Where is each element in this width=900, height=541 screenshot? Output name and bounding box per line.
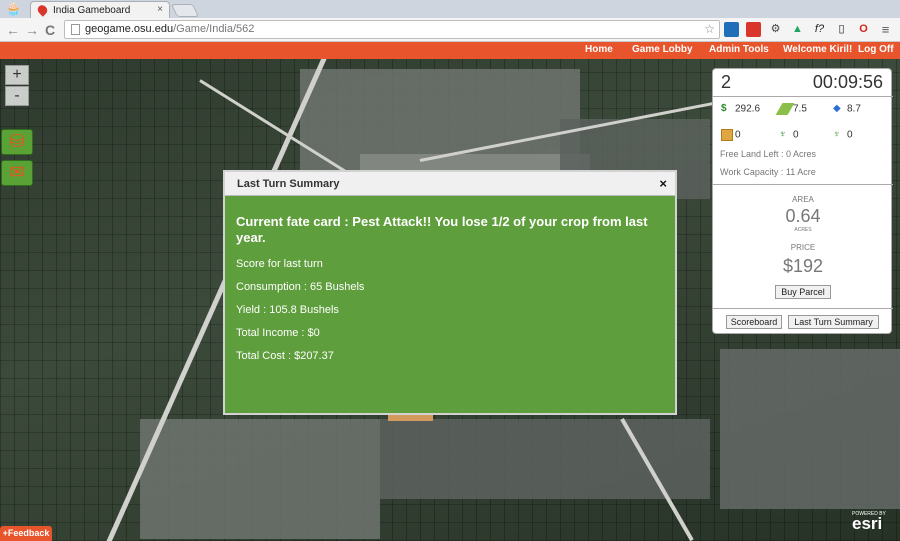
land-value: 7.5 bbox=[793, 103, 807, 115]
address-bar[interactable]: geogame.osu.edu/Game/India/562 ☆ bbox=[64, 20, 720, 39]
feedback-button[interactable]: +Feedback bbox=[0, 526, 52, 541]
dollar-icon: $ bbox=[721, 103, 727, 114]
reload-button[interactable]: C bbox=[45, 21, 55, 39]
area-unit: ACRES bbox=[794, 227, 812, 233]
mail-icon: ✉ bbox=[9, 162, 25, 182]
dialog-header: Last Turn Summary × bbox=[225, 172, 675, 196]
free-land-left: Free Land Left : 0 Acres bbox=[720, 149, 817, 159]
area-label: AREA bbox=[792, 195, 814, 204]
tab-close-icon[interactable]: × bbox=[157, 4, 163, 15]
map-pin-icon bbox=[35, 3, 50, 17]
new-tab-button[interactable] bbox=[170, 4, 200, 17]
turn-number: 2 bbox=[721, 72, 732, 92]
cost-line: Total Cost : $207.37 bbox=[236, 350, 334, 362]
forward-button[interactable]: → bbox=[25, 21, 39, 39]
url-host: geogame.osu.edu bbox=[85, 23, 174, 35]
map-road bbox=[388, 415, 433, 421]
nav-home[interactable]: Home bbox=[585, 44, 613, 55]
formula-icon[interactable]: f? bbox=[812, 22, 827, 37]
seed-bag-icon bbox=[721, 129, 733, 141]
nav-game-lobby[interactable]: Game Lobby bbox=[632, 44, 693, 55]
close-icon[interactable]: × bbox=[659, 176, 667, 191]
url-path: /Game/India/562 bbox=[173, 23, 255, 35]
nav-welcome: Welcome Kiril! bbox=[783, 44, 853, 55]
area-value: 0.64 bbox=[785, 206, 821, 226]
crop-a-stat: ♆ 0 bbox=[779, 129, 799, 141]
gear-icon[interactable]: ⚙ bbox=[768, 22, 783, 37]
buy-parcel-button[interactable]: Buy Parcel bbox=[775, 285, 831, 299]
land-icon bbox=[775, 103, 795, 115]
price-value: $192 bbox=[782, 256, 824, 276]
yield-line: Yield : 105.8 Bushels bbox=[236, 304, 339, 316]
last-turn-summary-dialog: Last Turn Summary × Current fate card : … bbox=[223, 170, 677, 415]
map-field bbox=[720, 349, 900, 509]
work-capacity: Work Capacity : 11 Acre bbox=[720, 167, 816, 177]
seed-stat: 0 bbox=[721, 129, 741, 141]
extension-red-icon[interactable] bbox=[746, 22, 761, 37]
water-stat: ◆ 8.7 bbox=[833, 103, 861, 115]
drive-icon[interactable]: ▲ bbox=[790, 22, 805, 37]
basket-button[interactable]: ⛁ bbox=[1, 129, 33, 155]
money-value: 292.6 bbox=[735, 103, 761, 115]
nav-admin-tools[interactable]: Admin Tools bbox=[709, 44, 769, 55]
scoreboard-button[interactable]: Scoreboard bbox=[726, 315, 782, 329]
extension-phone-icon[interactable]: ▯ bbox=[834, 22, 849, 37]
crop-b-stat: ♆ 0 bbox=[833, 129, 853, 141]
mail-button[interactable]: ✉ bbox=[1, 160, 33, 186]
browser-tab[interactable]: India Gameboard × bbox=[30, 1, 170, 18]
site-nav: Home Game Lobby Admin Tools Welcome Kiri… bbox=[0, 42, 900, 59]
crop-a-value: 0 bbox=[793, 129, 799, 141]
crop-icon: ♆ bbox=[779, 129, 787, 140]
divider bbox=[713, 96, 893, 97]
dialog-title: Last Turn Summary bbox=[237, 178, 340, 190]
consumption-line: Consumption : 65 Bushels bbox=[236, 281, 365, 293]
water-can-icon: ◆ bbox=[833, 103, 841, 114]
crop-b-value: 0 bbox=[847, 129, 853, 141]
score-title: Score for last turn bbox=[236, 258, 323, 270]
income-line: Total Income : $0 bbox=[236, 327, 320, 339]
seed-value: 0 bbox=[735, 129, 741, 141]
browser-tab-bar: 🧁 India Gameboard × bbox=[0, 0, 900, 18]
basket-icon: ⛁ bbox=[9, 131, 25, 151]
extension-screen-icon[interactable] bbox=[724, 22, 739, 37]
player-panel: 2 00:09:56 $292.6 7.5 ◆ 8.7 0 ♆ 0 ♆ 0 Free … bbox=[712, 68, 893, 334]
turn-timer: 00:09:56 bbox=[812, 72, 883, 92]
back-button[interactable]: ← bbox=[6, 21, 20, 39]
zoom-in-button[interactable]: + bbox=[5, 65, 29, 85]
divider bbox=[713, 308, 893, 309]
bookmark-star-icon[interactable]: ☆ bbox=[704, 21, 715, 38]
browser-app-icon: 🧁 bbox=[6, 2, 21, 16]
opera-icon[interactable]: O bbox=[856, 22, 871, 37]
page-icon bbox=[71, 24, 80, 35]
water-value: 8.7 bbox=[847, 103, 861, 115]
divider bbox=[713, 184, 893, 185]
money-stat: $292.6 bbox=[721, 103, 760, 115]
browser-toolbar: ← → C geogame.osu.edu/Game/India/562 ☆ ⚙… bbox=[0, 18, 900, 42]
land-stat: 7.5 bbox=[775, 103, 807, 115]
tab-title: India Gameboard bbox=[53, 5, 131, 16]
wheat-icon: ♆ bbox=[833, 129, 841, 140]
nav-log-off[interactable]: Log Off bbox=[858, 44, 894, 55]
price-label: PRICE bbox=[790, 243, 816, 252]
map-field bbox=[140, 419, 380, 539]
menu-icon[interactable]: ≡ bbox=[878, 22, 893, 37]
zoom-out-button[interactable]: - bbox=[5, 86, 29, 106]
fate-card-text: Current fate card : Pest Attack!! You lo… bbox=[236, 214, 648, 245]
last-turn-summary-button[interactable]: Last Turn Summary bbox=[788, 315, 879, 329]
esri-logo: esri bbox=[852, 514, 883, 533]
